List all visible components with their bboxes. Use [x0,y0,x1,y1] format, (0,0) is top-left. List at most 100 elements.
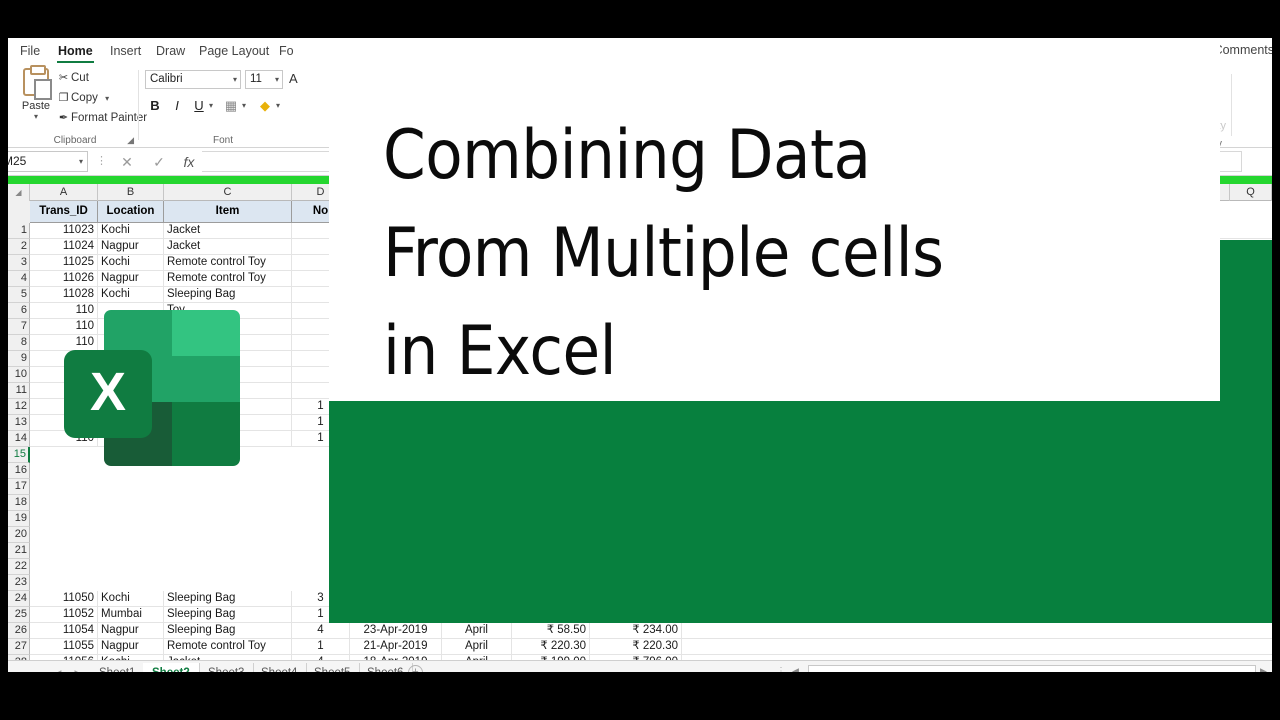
row-header-18[interactable]: 18 [8,495,30,511]
cut-button[interactable]: ✂ Cut [56,70,89,86]
sheet-tab-sheet2[interactable]: Sheet2 [143,663,200,672]
cell-month[interactable]: April [442,639,512,655]
row-header-22[interactable]: 22 [8,559,30,575]
tab-home[interactable]: Home [52,41,99,63]
horizontal-scrollbar[interactable] [808,665,1256,672]
confirm-formula-icon[interactable]: ✓ [148,152,170,172]
cell-price[interactable]: ₹ 220.30 [512,639,590,655]
row-header-12[interactable]: 12 [8,399,30,415]
cell-trans-id[interactable]: 11028 [30,287,98,303]
row-header-25[interactable]: 25 [8,607,30,623]
name-box[interactable]: M25 ▾ [8,151,88,172]
borders-button[interactable]: ▦ [221,96,241,116]
cell-date[interactable]: 21-Apr-2019 [350,639,442,655]
cell-trans-id[interactable]: 11054 [30,623,98,639]
format-painter-button[interactable]: ✒ Format Painter [56,110,147,126]
cell-item[interactable]: Sleeping Bag [164,287,292,303]
fill-color-button[interactable]: ◆ [255,96,275,116]
increase-font-size-icon[interactable]: A [289,71,298,86]
cell-location[interactable]: Nagpur [98,271,164,287]
row-header-9[interactable]: 9 [8,351,30,367]
cell-item[interactable]: Remote control Toy [164,639,292,655]
row-header-8[interactable]: 8 [8,335,30,351]
underline-button[interactable]: U [189,96,209,116]
column-header-b[interactable]: B [98,184,164,201]
row-header-4[interactable]: 4 [8,271,30,287]
row-header-21[interactable]: 21 [8,543,30,559]
cell-item[interactable]: Jacket [164,223,292,239]
comments-button[interactable]: Comments [1214,43,1272,57]
select-all-corner[interactable]: ◢ [8,184,30,201]
borders-caret-icon[interactable]: ▾ [242,96,246,116]
row-header-15[interactable]: 15 [8,447,30,463]
cell-date[interactable]: 23-Apr-2019 [350,623,442,639]
copy-button[interactable]: ❐ Copy ▾ [56,90,110,106]
column-header-c[interactable]: C [164,184,292,201]
cell-item[interactable]: Sleeping Bag [164,623,292,639]
table-header-0[interactable]: Trans_ID [30,201,98,223]
cell-location[interactable]: Kochi [98,591,164,607]
insert-function-icon[interactable]: fx [178,152,200,172]
row-header-14[interactable]: 14 [8,431,30,447]
bold-button[interactable]: B [145,96,165,116]
table-row[interactable]: 11054 Nagpur Sleeping Bag 4 23-Apr-2019 April… [30,623,1272,639]
cell-location[interactable]: Kochi [98,287,164,303]
row-header-11[interactable]: 11 [8,383,30,399]
row-header-27[interactable]: 27 [8,639,30,655]
cell-trans-id[interactable]: 11050 [30,591,98,607]
cell-trans-id[interactable]: 11023 [30,223,98,239]
row-header-17[interactable]: 17 [8,479,30,495]
row-header-16[interactable]: 16 [8,463,30,479]
tab-draw[interactable]: Draw [150,41,191,63]
tab-page-layout[interactable]: Page Layout [193,41,275,63]
table-header-2[interactable]: Item [164,201,292,223]
row-header-1[interactable]: 1 [8,223,30,239]
row-header-10[interactable]: 10 [8,367,30,383]
add-sheet-button[interactable]: + [408,665,423,672]
sheet-tab-sheet4[interactable]: Sheet4 [252,663,308,672]
cell-price[interactable]: ₹ 58.50 [512,623,590,639]
cell-item[interactable]: Sleeping Bag [164,591,292,607]
sheet-tab-sheet5[interactable]: Sheet5 [305,663,361,672]
sheet-tab-sheet6[interactable]: Sheet6 [358,663,414,672]
cell-month[interactable]: April [442,623,512,639]
cell-item[interactable]: Jacket [164,239,292,255]
cell-trans-id[interactable]: 11026 [30,271,98,287]
italic-button[interactable]: I [167,96,187,116]
cell-trans-id[interactable]: 11052 [30,607,98,623]
cell-quantity[interactable]: 4 [292,623,350,639]
row-header-6[interactable]: 6 [8,303,30,319]
row-header-3[interactable]: 3 [8,255,30,271]
row-header-2[interactable]: 2 [8,239,30,255]
font-name-caret-icon[interactable]: ▾ [233,71,237,88]
paste-button[interactable]: Paste ▾ [16,65,56,121]
row-header-24[interactable]: 24 [8,591,30,607]
name-box-caret-icon[interactable]: ▾ [79,152,83,171]
sheet-tab-sheet3[interactable]: Sheet3 [199,663,255,672]
cell-location[interactable]: Kochi [98,255,164,271]
tab-file[interactable]: File [14,41,46,63]
font-size-caret-icon[interactable]: ▾ [275,71,279,88]
row-header-5[interactable]: 5 [8,287,30,303]
cell-item[interactable]: Remote control Toy [164,271,292,287]
font-size-input[interactable]: 11 ▾ [245,70,283,89]
cell-location[interactable]: Nagpur [98,239,164,255]
cell-trans-id[interactable]: 11025 [30,255,98,271]
column-header-q[interactable]: Q [1230,184,1272,201]
row-header-20[interactable]: 20 [8,527,30,543]
paste-caret-icon[interactable]: ▾ [16,112,56,121]
underline-caret-icon[interactable]: ▾ [209,96,213,116]
cell-location[interactable]: Kochi [98,223,164,239]
tab-formulas[interactable]: Fo [273,41,300,63]
row-header-7[interactable]: 7 [8,319,30,335]
cell-quantity[interactable]: 1 [292,639,350,655]
cell-total[interactable]: ₹ 234.00 [590,623,682,639]
cell-total[interactable]: ₹ 220.30 [590,639,682,655]
fill-color-caret-icon[interactable]: ▾ [276,96,280,116]
cell-location[interactable]: Nagpur [98,623,164,639]
cell-item[interactable]: Sleeping Bag [164,607,292,623]
cell-trans-id[interactable]: 11024 [30,239,98,255]
row-header-13[interactable]: 13 [8,415,30,431]
font-name-input[interactable]: Calibri ▾ [145,70,241,89]
table-header-1[interactable]: Location [98,201,164,223]
